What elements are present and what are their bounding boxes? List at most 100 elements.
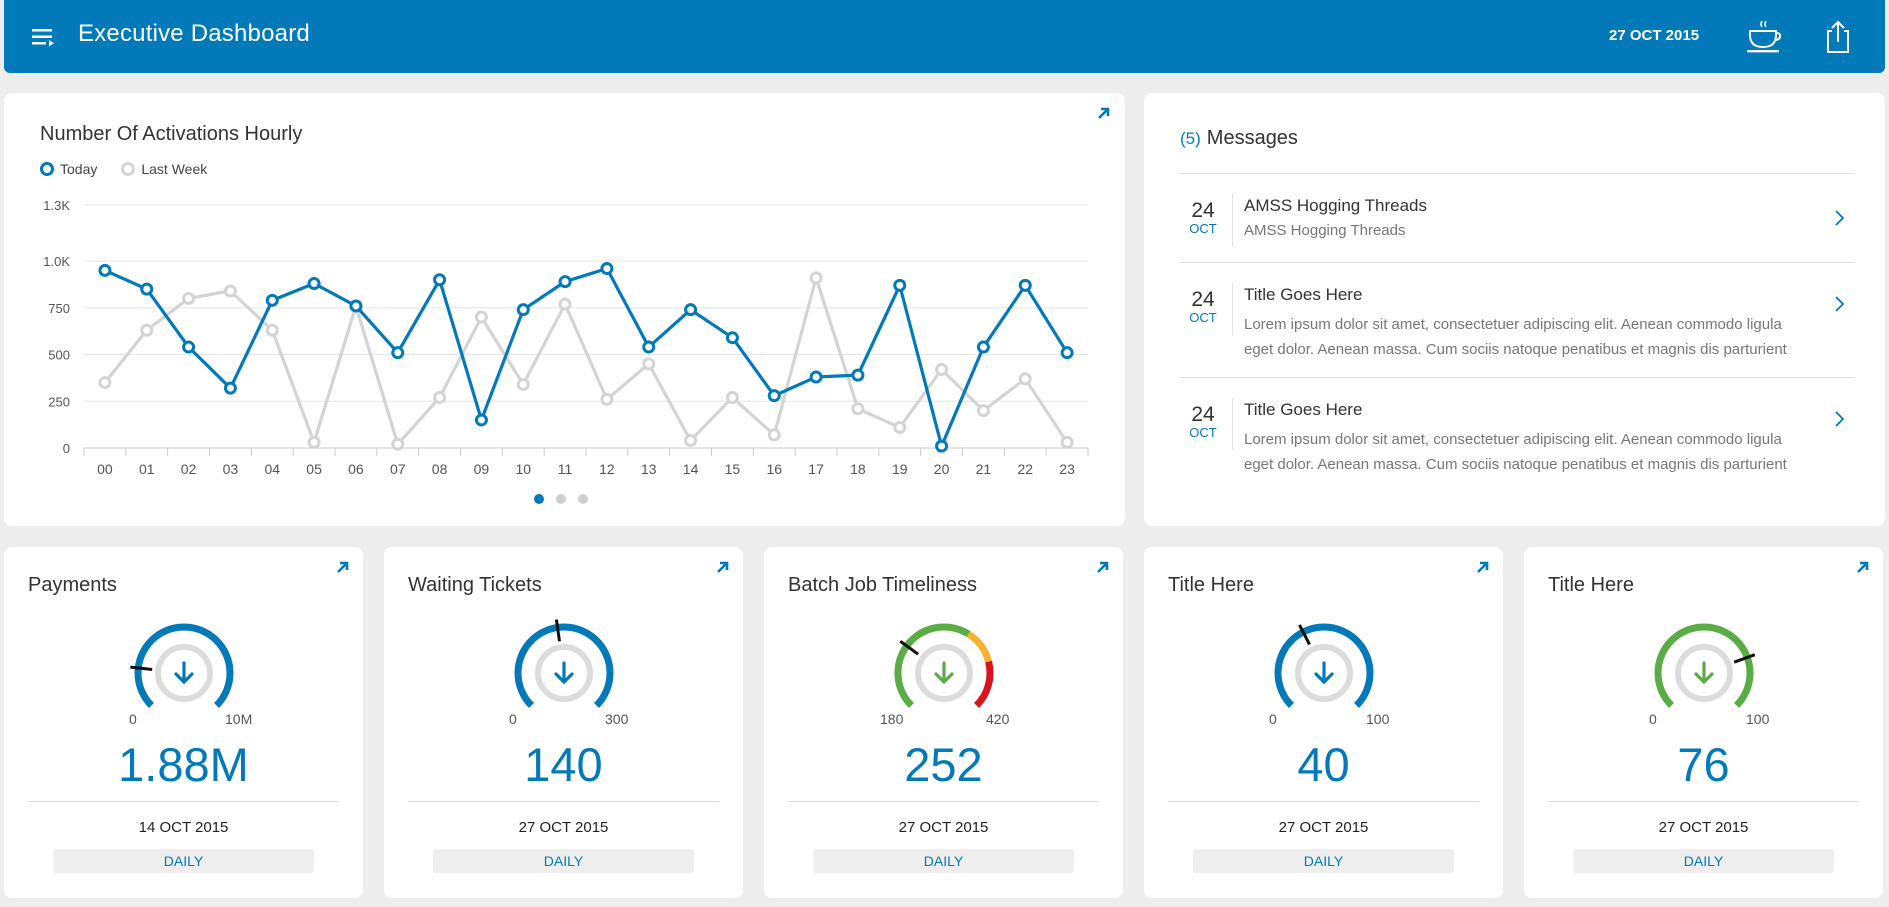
data-point-today[interactable] [182, 340, 196, 354]
gauge-chart [514, 619, 614, 708]
data-point-last-week[interactable] [725, 391, 739, 405]
data-point-today[interactable] [474, 413, 488, 427]
data-point-last-week[interactable] [307, 435, 321, 449]
x-tick-label: 09 [474, 461, 490, 477]
share-icon[interactable] [1818, 18, 1858, 56]
data-point-last-week[interactable] [600, 392, 614, 406]
message-item[interactable]: 24 OCT Title Goes Here Lorem ipsum dolor… [1180, 378, 1854, 492]
x-tick-label: 04 [264, 461, 280, 477]
pager-dot-3[interactable] [578, 494, 588, 504]
data-point-last-week[interactable] [140, 323, 154, 337]
data-point-last-week[interactable] [265, 323, 279, 337]
messages-list: 24 OCT AMSS Hogging Threads AMSS Hogging… [1180, 173, 1854, 492]
expand-arrow-icon[interactable] [1095, 559, 1111, 575]
x-tick-label: 00 [97, 461, 113, 477]
kpi-period-button[interactable]: DAILY [813, 849, 1074, 873]
header-date: 27 OCT 2015 [1609, 27, 1700, 44]
data-point-today[interactable] [98, 263, 112, 277]
chevron-right-icon[interactable] [1834, 410, 1846, 428]
kpi-card-title-here-1: Title Here 0 100 40 27 OCT 2015 DAILY [1144, 547, 1503, 898]
data-point-today[interactable] [684, 303, 698, 317]
data-point-today[interactable] [265, 293, 279, 307]
data-point-last-week[interactable] [182, 291, 196, 305]
chart-legend: Today Last Week [40, 161, 207, 177]
data-point-last-week[interactable] [558, 297, 572, 311]
data-point-today[interactable] [349, 299, 363, 313]
data-point-today[interactable] [433, 273, 447, 287]
menu-icon[interactable] [28, 24, 60, 50]
kpi-period-button[interactable]: DAILY [1193, 849, 1454, 873]
x-tick-label: 21 [976, 461, 992, 477]
x-tick-label: 07 [390, 461, 406, 477]
chevron-right-icon[interactable] [1834, 209, 1846, 227]
data-point-today[interactable] [558, 275, 572, 289]
legend-item-last-week[interactable]: Last Week [121, 161, 207, 177]
data-point-today[interactable] [642, 340, 656, 354]
data-point-today[interactable] [767, 389, 781, 403]
data-point-today[interactable] [1018, 278, 1032, 292]
kpi-title: Title Here [1548, 574, 1634, 596]
x-tick-label: 22 [1017, 461, 1033, 477]
data-point-today[interactable] [935, 439, 949, 453]
pager-dot-1[interactable] [534, 494, 544, 504]
data-point-last-week[interactable] [98, 376, 112, 390]
data-point-today[interactable] [893, 278, 907, 292]
kpi-value: 140 [524, 738, 603, 791]
data-point-today[interactable] [1060, 346, 1074, 360]
pager-dot-2[interactable] [556, 494, 566, 504]
data-point-last-week[interactable] [893, 420, 907, 434]
message-item[interactable]: 24 OCT AMSS Hogging Threads AMSS Hogging… [1180, 174, 1854, 263]
message-item[interactable]: 24 OCT Title Goes Here Lorem ipsum dolor… [1180, 263, 1854, 378]
gauge-needle [130, 665, 153, 671]
data-point-last-week[interactable] [767, 428, 781, 442]
data-point-today[interactable] [223, 381, 237, 395]
coffee-cup-icon[interactable] [1744, 18, 1784, 56]
data-point-today[interactable] [140, 282, 154, 296]
kpi-period-button[interactable]: DAILY [1573, 849, 1834, 873]
data-point-last-week[interactable] [642, 357, 656, 371]
data-point-last-week[interactable] [474, 310, 488, 324]
data-point-today[interactable] [976, 340, 990, 354]
legend-label-today: Today [60, 161, 98, 177]
data-point-last-week[interactable] [976, 404, 990, 418]
gauge-max-label: 100 [1746, 711, 1770, 727]
message-day: 24 [1191, 403, 1215, 426]
x-tick-label: 23 [1059, 461, 1075, 477]
data-point-today[interactable] [809, 370, 823, 384]
expand-arrow-icon[interactable] [1475, 559, 1491, 575]
data-point-last-week[interactable] [684, 434, 698, 448]
arrow-down-icon [554, 661, 574, 685]
data-point-last-week[interactable] [935, 362, 949, 376]
data-point-last-week[interactable] [516, 377, 530, 391]
kpi-card-title-here-2: Title Here 0 100 76 27 OCT 2015 DAILY [1524, 547, 1883, 898]
y-tick-label: 1.3K [43, 198, 70, 213]
data-point-last-week[interactable] [223, 284, 237, 298]
data-point-today[interactable] [516, 303, 530, 317]
data-point-last-week[interactable] [1060, 435, 1074, 449]
data-point-today[interactable] [391, 346, 405, 360]
data-point-last-week[interactable] [1018, 372, 1032, 386]
kpi-title: Batch Job Timeliness [788, 574, 977, 596]
chevron-right-icon[interactable] [1834, 295, 1846, 313]
kpi-period-button[interactable]: DAILY [53, 849, 314, 873]
data-point-last-week[interactable] [391, 437, 405, 451]
expand-arrow-icon[interactable] [1096, 105, 1112, 121]
expand-arrow-icon[interactable] [335, 559, 351, 575]
data-point-today[interactable] [851, 368, 865, 382]
data-point-today[interactable] [600, 262, 614, 276]
data-point-today[interactable] [307, 277, 321, 291]
kpi-period-button[interactable]: DAILY [433, 849, 694, 873]
legend-item-today[interactable]: Today [40, 161, 97, 177]
message-title: AMSS Hogging Threads [1244, 196, 1428, 215]
data-point-today[interactable] [725, 331, 739, 345]
gauge-chart [1654, 623, 1756, 708]
gauge-chart [130, 623, 234, 708]
kpi-date: 27 OCT 2015 [518, 819, 609, 836]
data-point-last-week[interactable] [809, 271, 823, 285]
data-point-last-week[interactable] [433, 391, 447, 405]
expand-arrow-icon[interactable] [1855, 559, 1871, 575]
expand-arrow-icon[interactable] [715, 559, 731, 575]
data-point-last-week[interactable] [851, 402, 865, 416]
kpi-value: 252 [904, 738, 983, 791]
messages-card: (5) Messages 24 OCT AMSS Hogging Threads … [1144, 93, 1885, 526]
